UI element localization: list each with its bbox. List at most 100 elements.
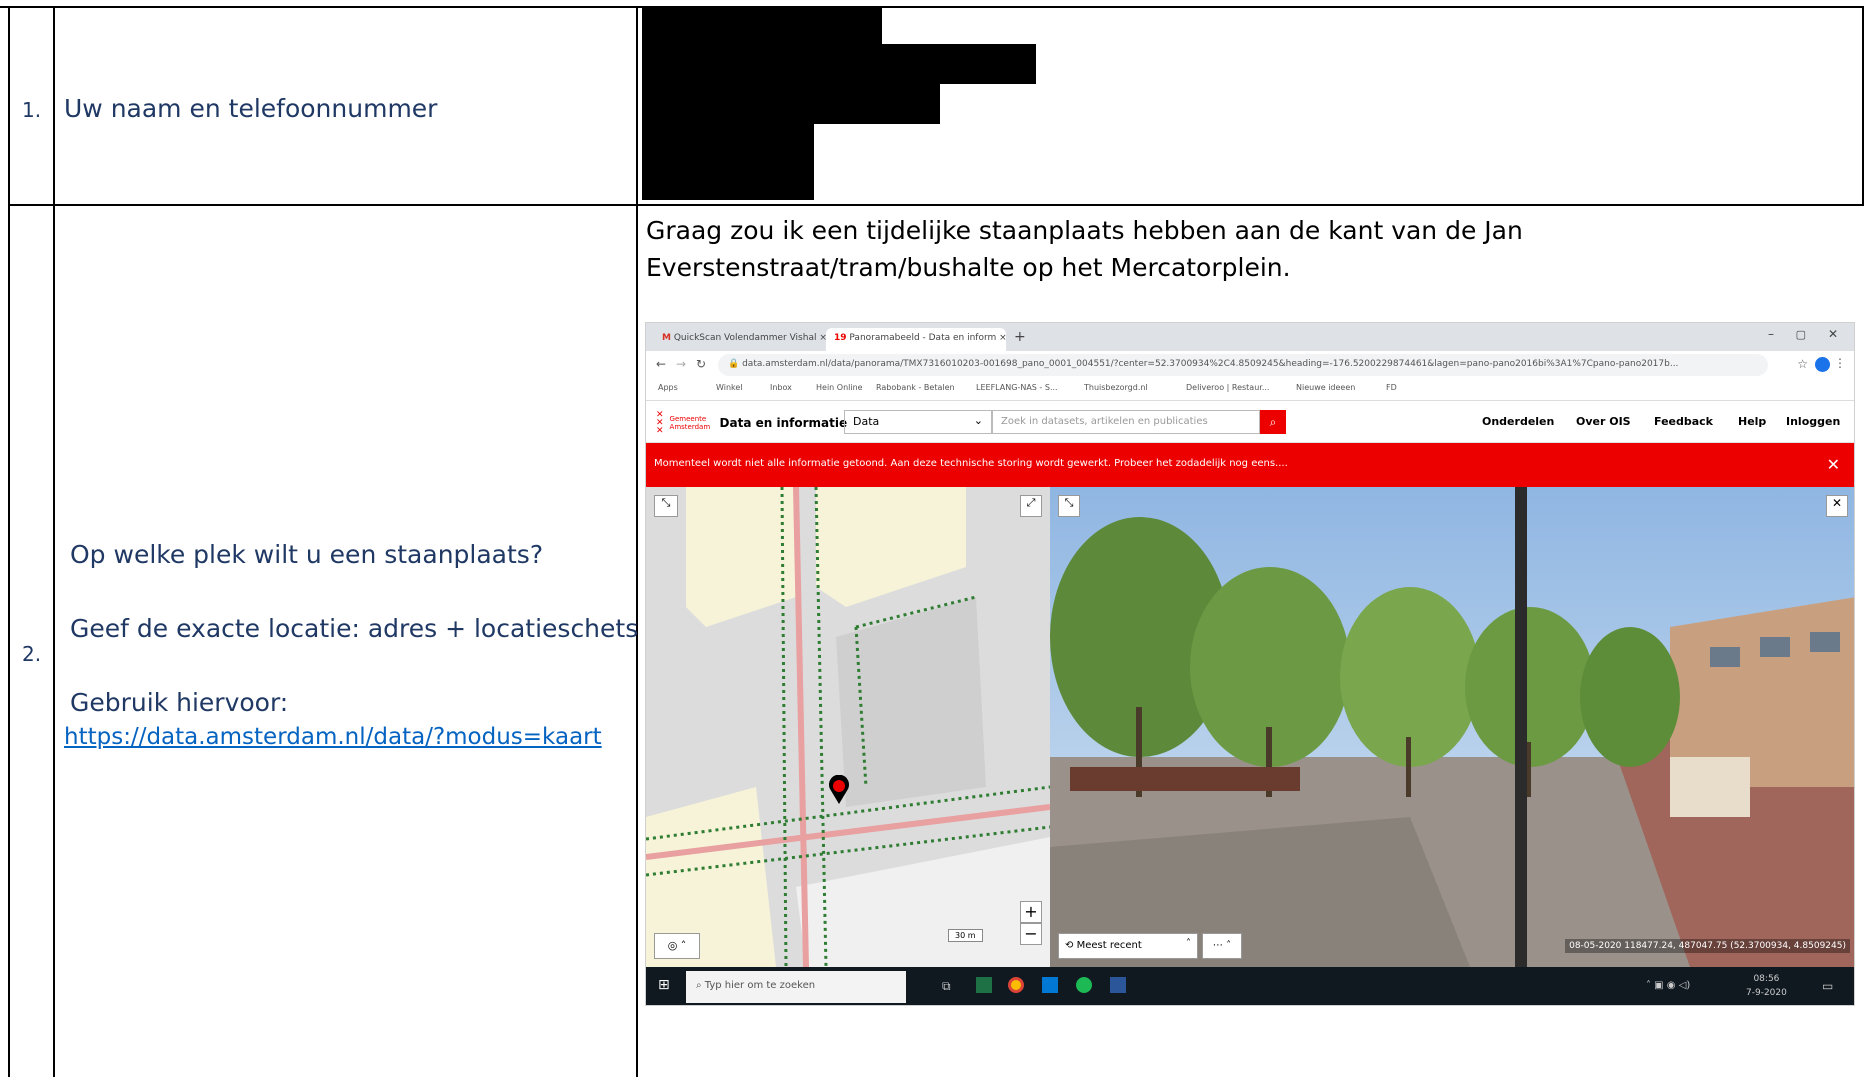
layers-button[interactable]: ◎ ˄	[654, 933, 700, 959]
browser-tab-active[interactable]: 19 Panoramabeeld - Data en inform ×	[826, 328, 1007, 351]
question-label: Op welke plek wilt u een staanplaats?	[70, 540, 544, 569]
select-value: Meest recent	[1076, 940, 1142, 951]
bookmark-item[interactable]: Apps	[658, 383, 678, 392]
zoom-in-button[interactable]: +	[1020, 901, 1042, 923]
forward-icon[interactable]: →	[676, 357, 686, 371]
bookmark-item[interactable]: Thuisbezorgd.nl	[1084, 383, 1148, 392]
nav-onderdelen[interactable]: Onderdelen	[1482, 415, 1554, 428]
bookmark-item[interactable]: Deliveroo | Restaur...	[1186, 383, 1269, 392]
maximize-icon[interactable]: ▢	[1796, 328, 1806, 341]
bookmark-item[interactable]: Inbox	[770, 383, 792, 392]
task-view-icon[interactable]: ⧉	[942, 979, 951, 994]
excel-icon[interactable]	[976, 977, 992, 993]
crosses-icon: ✕ ✕ ✕	[656, 410, 664, 436]
profile-avatar[interactable]	[1815, 357, 1830, 372]
notifications-icon[interactable]: ▭	[1822, 979, 1833, 993]
search-input[interactable]: Zoek in datasets, artikelen en publicati…	[992, 410, 1260, 434]
spotify-icon[interactable]	[1076, 977, 1092, 993]
clock[interactable]: 08:56 7-9-2020	[1746, 972, 1787, 1000]
tab-label: QuickScan Volendammer Vishal	[673, 333, 817, 343]
reload-icon[interactable]: ↻	[696, 357, 706, 371]
mail-icon[interactable]	[1042, 977, 1058, 993]
zoom-out-button[interactable]: −	[1020, 923, 1042, 945]
expand-map-icon[interactable]: ⤢	[1020, 495, 1042, 517]
bookmark-item[interactable]: FD	[1386, 383, 1397, 392]
site-header: ✕ ✕ ✕ Gemeente Amsterdam Data en informati…	[646, 401, 1854, 443]
redaction-block	[642, 122, 814, 200]
location-screenshot: M QuickScan Volendammer Vishal × 19 Pano…	[645, 322, 1855, 1006]
nav-help[interactable]: Help	[1738, 415, 1766, 428]
browser-tab-bar: M QuickScan Volendammer Vishal × 19 Pano…	[646, 323, 1854, 351]
chevron-down-icon: ⌄	[973, 414, 983, 427]
bookmark-item[interactable]: LEEFLANG-NAS - S...	[976, 383, 1058, 392]
address-bar-row: ← → ↻ 🔒 data.amsterdam.nl/data/panorama/…	[646, 351, 1854, 379]
nav-feedback[interactable]: Feedback	[1654, 415, 1713, 428]
taskbar-search-placeholder: Typ hier om te zoeken	[704, 980, 816, 991]
more-options-button[interactable]: ⋯ ˄	[1202, 933, 1242, 959]
redaction-block	[642, 8, 882, 46]
minimize-icon[interactable]: –	[1768, 327, 1774, 341]
nav-over-ois[interactable]: Over OIS	[1576, 415, 1631, 428]
close-window-icon[interactable]: ✕	[1828, 327, 1838, 341]
system-tray-icons[interactable]: ˄ ▣ ◉ ◁)	[1646, 980, 1690, 991]
back-icon[interactable]: ←	[656, 357, 666, 371]
search-button[interactable]: ⌕	[1260, 410, 1286, 434]
close-icon[interactable]: ✕	[1827, 455, 1840, 474]
nav-inloggen[interactable]: Inloggen	[1786, 415, 1840, 428]
lock-icon: 🔒	[728, 359, 740, 369]
history-icon: ⟲	[1065, 940, 1074, 951]
column-divider-2	[636, 6, 638, 1077]
close-icon[interactable]: ×	[999, 333, 1007, 343]
chrome-icon[interactable]	[1008, 977, 1024, 993]
search-icon: ⌕	[1269, 415, 1277, 429]
column-divider-1	[53, 6, 55, 1077]
logo-text: Gemeente Amsterdam	[669, 415, 711, 431]
map-drawing	[646, 487, 1050, 967]
bookmark-item[interactable]: Winkel	[716, 383, 743, 392]
answer-text: Graag zou ik een tijdelijke staanplaats …	[646, 216, 1523, 282]
close-panorama-icon[interactable]: ✕	[1826, 495, 1848, 517]
banner-text: Momenteel wordt niet alle informatie get…	[654, 458, 1288, 469]
search-category-select[interactable]: Data ⌄	[844, 410, 992, 434]
bookmark-item[interactable]: Nieuwe ideeen	[1296, 383, 1355, 392]
question-instruction: Geef de exacte locatie: adres + locaties…	[70, 614, 639, 643]
star-icon[interactable]: ☆	[1797, 357, 1808, 371]
question-label: Uw naam en telefoonnummer	[64, 94, 438, 123]
table-border-top	[0, 6, 1864, 8]
select-value: Data	[853, 415, 880, 428]
error-banner: Momenteel wordt niet alle informatie get…	[646, 443, 1854, 487]
bookmark-item[interactable]: Rabobank - Betalen	[876, 383, 955, 392]
collapse-panorama-icon[interactable]: ⤡	[1058, 495, 1080, 517]
location-pin-icon[interactable]	[828, 774, 850, 805]
panorama-date-select[interactable]: ⟲ Meest recent ˄	[1058, 933, 1198, 959]
clock-date: 7-9-2020	[1746, 988, 1787, 998]
bookmark-item[interactable]: Hein Online	[816, 383, 863, 392]
redaction-block	[642, 44, 1036, 84]
row-number: 1.	[22, 98, 42, 122]
search-icon: ⌕	[696, 980, 702, 991]
redaction-block	[642, 82, 940, 124]
address-bar[interactable]: 🔒 data.amsterdam.nl/data/panorama/TMX731…	[718, 354, 1768, 376]
map-link[interactable]: https://data.amsterdam.nl/data/?modus=ka…	[64, 720, 602, 754]
chevron-up-icon: ˄	[1186, 938, 1191, 949]
collapse-map-icon[interactable]: ⤡	[654, 495, 678, 517]
table-border-left	[8, 6, 10, 1077]
map-panel[interactable]: ⤡ ⤢ + − 30 m ◎ ˄	[646, 487, 1050, 967]
panorama-info: 08-05-2020 118477.24, 487047.75 (52.3700…	[1565, 939, 1850, 953]
panorama-drawing	[1050, 487, 1854, 967]
word-icon[interactable]	[1110, 977, 1126, 993]
windows-taskbar: ⊞ ⌕ Typ hier om te zoeken ⧉ ˄ ▣ ◉ ◁) 08:…	[646, 967, 1854, 1005]
windows-start-icon[interactable]: ⊞	[658, 977, 670, 993]
taskbar-search[interactable]: ⌕ Typ hier om te zoeken	[686, 971, 906, 1003]
gmail-icon: M	[662, 333, 671, 343]
bookmarks-bar: Apps Winkel Inbox Hein Online Rabobank -…	[646, 379, 1854, 401]
site-favicon-icon: 19	[834, 333, 847, 343]
site-title: Data en informatie	[719, 416, 848, 430]
city-logo[interactable]: ✕ ✕ ✕ Gemeente Amsterdam Data en informati…	[656, 410, 848, 436]
row-divider	[8, 204, 1864, 206]
new-tab-icon[interactable]: +	[1014, 329, 1026, 345]
panorama-panel[interactable]: ⤡ ✕ ⟲ Meest recent ˄ ⋯ ˄ 08-05-2020 1184…	[1050, 487, 1854, 967]
url-text: data.amsterdam.nl/data/panorama/TMX73160…	[742, 359, 1679, 369]
browser-tab[interactable]: M QuickScan Volendammer Vishal ×	[654, 328, 827, 351]
menu-icon[interactable]: ⋮	[1834, 356, 1846, 370]
